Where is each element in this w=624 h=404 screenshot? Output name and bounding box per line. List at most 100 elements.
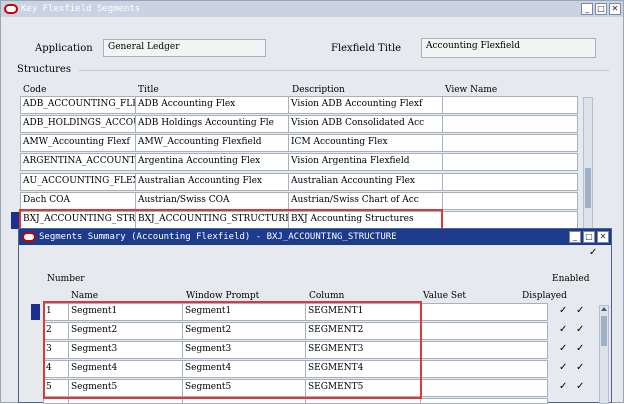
structure-title-cell[interactable]: Australian Accounting Flex — [135, 173, 289, 191]
header-check-icon[interactable]: ✓ — [589, 247, 597, 258]
structure-view-name-cell[interactable] — [442, 173, 578, 191]
segments-titlebar[interactable]: Segments Summary (Accounting Flexfield) … — [19, 229, 611, 245]
enabled-checkbox[interactable]: ✓ — [576, 343, 584, 354]
segment-column-cell[interactable]: SEGMENT3 — [305, 341, 421, 359]
record-selected-indicator[interactable] — [31, 304, 40, 320]
segment-column-cell[interactable]: SEGMENT2 — [305, 322, 421, 340]
structures-label: Structures — [17, 64, 71, 75]
minimize-button[interactable]: _ — [581, 3, 593, 15]
structure-description-cell[interactable]: Austrian/Swiss Chart of Acc — [288, 192, 443, 210]
structure-description-cell[interactable]: Vision ADB Consolidated Acc — [288, 115, 443, 133]
structure-view-name-cell[interactable] — [442, 134, 578, 152]
segment-window-prompt-cell[interactable]: Segment3 — [182, 341, 306, 359]
structure-title-cell[interactable]: Austrian/Swiss COA — [135, 192, 289, 210]
structure-description-cell[interactable]: ICM Accounting Flex — [288, 134, 443, 152]
flexfield-title-label: Flexfield Title — [331, 43, 402, 54]
segment-number-cell[interactable]: 4 — [43, 360, 69, 378]
segment-name-cell[interactable]: Segment2 — [68, 322, 183, 340]
maximize-button[interactable]: □ — [583, 231, 595, 243]
record-selected-indicator[interactable] — [11, 212, 19, 229]
col-header-window-prompt: Window Prompt — [186, 291, 260, 301]
structure-code-cell[interactable]: AMW_Accounting Flexf — [20, 134, 136, 152]
segment-window-prompt-cell[interactable]: Segment1 — [182, 303, 306, 321]
enabled-checkbox[interactable]: ✓ — [576, 381, 584, 392]
structures-scrollbar[interactable] — [583, 97, 593, 231]
segment-name-cell[interactable]: Segment5 — [68, 379, 183, 397]
segment-window-prompt-cell[interactable] — [182, 398, 306, 404]
close-button[interactable]: ✕ — [597, 231, 609, 243]
segment-number-cell[interactable]: 3 — [43, 341, 69, 359]
segment-column-cell[interactable]: SEGMENT4 — [305, 360, 421, 378]
segments-scrollbar[interactable] — [599, 305, 609, 404]
enabled-checkbox[interactable]: ✓ — [576, 305, 584, 316]
structure-view-name-cell[interactable] — [442, 211, 578, 229]
segment-name-cell[interactable]: Segment1 — [68, 303, 183, 321]
structure-code-cell[interactable]: Dach COA — [20, 192, 136, 210]
displayed-checkbox[interactable]: ✓ — [559, 305, 567, 316]
segment-column-cell[interactable]: SEGMENT1 — [305, 303, 421, 321]
segment-value-set-cell[interactable] — [420, 360, 548, 378]
segment-column-cell[interactable] — [305, 398, 421, 404]
main-titlebar[interactable]: Key Flexfield Segments _ □ ✕ — [1, 1, 623, 17]
segment-value-set-cell[interactable] — [420, 398, 548, 404]
col-header-value-set: Value Set — [423, 291, 467, 301]
col-header-description: Description — [292, 85, 345, 95]
displayed-checkbox[interactable]: ✓ — [559, 362, 567, 373]
segment-column-cell[interactable]: SEGMENT5 — [305, 379, 421, 397]
segment-value-set-cell[interactable] — [420, 341, 548, 359]
structure-title-cell[interactable]: ADB Accounting Flex — [135, 96, 289, 114]
enabled-checkbox[interactable]: ✓ — [576, 362, 584, 373]
structure-title-cell[interactable]: Argentina Accounting Flex — [135, 153, 289, 171]
scroll-up-icon[interactable] — [601, 307, 607, 311]
application-label: Application — [35, 43, 93, 54]
col-header-column: Column — [309, 291, 345, 301]
segments-summary-window: Segments Summary (Accounting Flexfield) … — [18, 228, 612, 404]
segment-name-cell[interactable]: Segment3 — [68, 341, 183, 359]
segment-number-cell[interactable]: 1 — [43, 303, 69, 321]
col-header-view-name: View Name — [445, 85, 498, 95]
segment-value-set-cell[interactable] — [420, 303, 548, 321]
structure-code-cell[interactable]: ADB_ACCOUNTING_FLEX — [20, 96, 136, 114]
flexfield-title-field[interactable]: Accounting Flexfield — [421, 38, 596, 58]
minimize-button[interactable]: _ — [569, 231, 581, 243]
structure-title-cell[interactable]: BXJ_ACCOUNTING_STRUCTURE — [135, 211, 289, 229]
structure-title-cell[interactable]: AMW_Accounting Flexfield — [135, 134, 289, 152]
maximize-button[interactable]: □ — [595, 3, 607, 15]
segment-value-set-cell[interactable] — [420, 322, 548, 340]
segment-window-prompt-cell[interactable]: Segment2 — [182, 322, 306, 340]
segment-name-cell[interactable] — [68, 398, 183, 404]
displayed-checkbox[interactable]: ✓ — [559, 343, 567, 354]
structure-description-cell[interactable]: Australian Accounting Flex — [288, 173, 443, 191]
structure-view-name-cell[interactable] — [442, 96, 578, 114]
segment-number-cell[interactable] — [43, 398, 69, 404]
application-field[interactable]: General Ledger — [103, 39, 266, 57]
segment-number-cell[interactable]: 2 — [43, 322, 69, 340]
structure-description-cell[interactable]: Vision ADB Accounting Flexf — [288, 96, 443, 114]
oracle-logo-icon — [22, 232, 36, 242]
enabled-checkbox[interactable]: ✓ — [576, 324, 584, 335]
col-header-code: Code — [23, 85, 47, 95]
structure-code-cell[interactable]: AU_ACCOUNTING_FLEXFI — [20, 173, 136, 191]
structure-description-cell[interactable]: Vision Argentina Flexfield — [288, 153, 443, 171]
segments-window-title: Segments Summary (Accounting Flexfield) … — [39, 232, 397, 242]
structure-code-cell[interactable]: ARGENTINA_ACCOUNTING — [20, 153, 136, 171]
oracle-logo-icon — [4, 4, 18, 14]
segment-number-cell[interactable]: 5 — [43, 379, 69, 397]
structure-view-name-cell[interactable] — [442, 115, 578, 133]
scroll-thumb[interactable] — [601, 316, 607, 346]
structure-description-cell[interactable]: BXJ Accounting Structures — [288, 211, 443, 229]
segment-window-prompt-cell[interactable]: Segment4 — [182, 360, 306, 378]
structure-code-cell[interactable]: BXJ_ACCOUNTING_STRUC — [20, 211, 136, 229]
structure-view-name-cell[interactable] — [442, 192, 578, 210]
segment-value-set-cell[interactable] — [420, 379, 548, 397]
col-header-title: Title — [138, 85, 159, 95]
structure-view-name-cell[interactable] — [442, 153, 578, 171]
displayed-checkbox[interactable]: ✓ — [559, 324, 567, 335]
displayed-checkbox[interactable]: ✓ — [559, 381, 567, 392]
close-button[interactable]: ✕ — [609, 3, 621, 15]
scroll-thumb[interactable] — [585, 168, 591, 208]
segment-name-cell[interactable]: Segment4 — [68, 360, 183, 378]
structure-code-cell[interactable]: ADB_HOLDINGS_ACCOUNT — [20, 115, 136, 133]
structure-title-cell[interactable]: ADB Holdings Accounting Fle — [135, 115, 289, 133]
segment-window-prompt-cell[interactable]: Segment5 — [182, 379, 306, 397]
